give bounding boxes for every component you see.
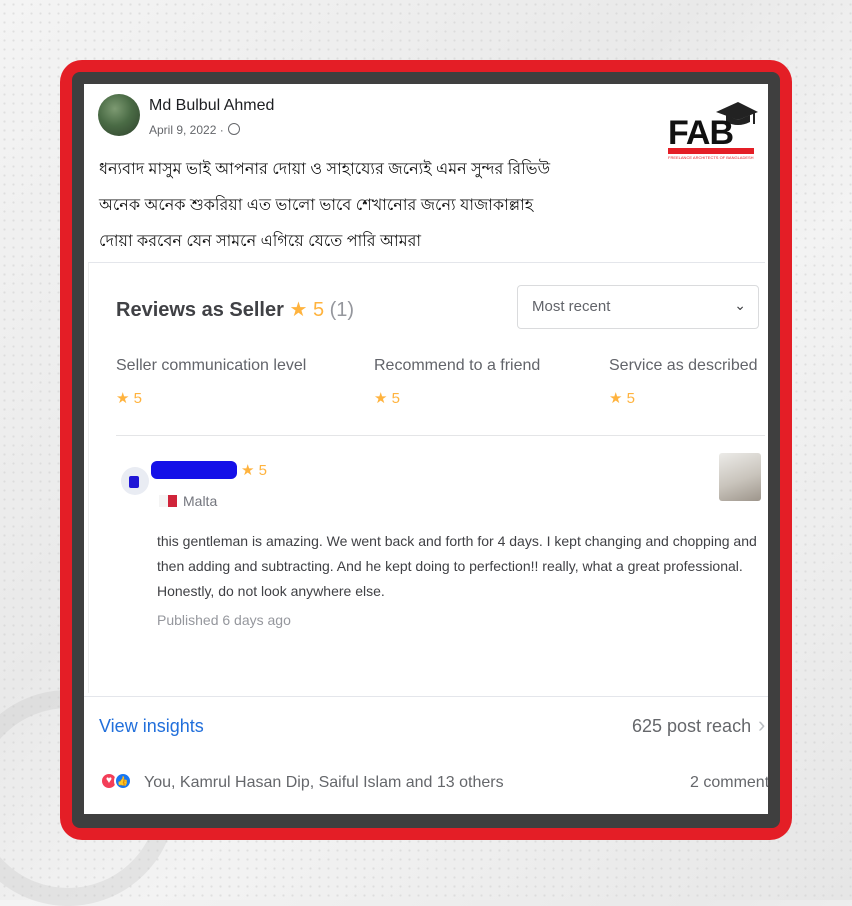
star-icon: ★ xyxy=(241,462,259,479)
chevron-right-icon[interactable]: › xyxy=(758,712,765,738)
author-name[interactable]: Md Bulbul Ahmed xyxy=(149,97,274,115)
reviews-title-text: Reviews as Seller xyxy=(116,299,284,321)
post-line: দোয়া করবেন যেন সামনে এগিয়ে যেতে পারি আ… xyxy=(99,233,422,250)
sort-dropdown[interactable]: Most recent ⌄ xyxy=(517,285,759,329)
comments-count[interactable]: 2 comments xyxy=(690,774,768,792)
reviewer-avatar xyxy=(121,467,149,495)
post-line: অনেক অনেক শুকরিয়া এত ভালো ভাবে শেখানোর … xyxy=(99,197,534,214)
view-insights-link[interactable]: View insights xyxy=(99,716,204,737)
star-icon: ★ xyxy=(374,390,392,407)
malta-flag-icon xyxy=(159,495,177,507)
sort-value: Most recent xyxy=(532,298,611,315)
reviews-rating: 5 xyxy=(312,299,325,321)
criterion-score-value: 5 xyxy=(391,390,400,407)
criterion-score: ★ 5 xyxy=(374,389,400,407)
star-icon: ★ xyxy=(609,390,627,407)
author-avatar[interactable] xyxy=(98,94,140,136)
like-reaction-icon: 👍 xyxy=(114,772,132,790)
star-icon: ★ xyxy=(116,390,134,407)
criterion-score: ★ 5 xyxy=(116,389,142,407)
review-published: Published 6 days ago xyxy=(157,612,291,628)
criterion-label: Service as described xyxy=(609,357,758,374)
post-reach[interactable]: 625 post reach xyxy=(632,716,751,737)
post-date-text: April 9, 2022 · xyxy=(149,123,224,137)
reviews-count: (1) xyxy=(329,299,355,321)
review-score-value: 5 xyxy=(258,462,267,479)
reviews-title: Reviews as Seller ★ 5 (1) xyxy=(116,297,354,322)
post-date[interactable]: April 9, 2022 · xyxy=(149,123,240,137)
reviewer-country: Malta xyxy=(183,493,218,509)
divider xyxy=(84,696,768,697)
review-score: ★ 5 xyxy=(241,461,267,479)
criterion-score-value: 5 xyxy=(133,390,142,407)
reactors-summary[interactable]: You, Kamrul Hasan Dip, Saiful Islam and … xyxy=(144,774,504,792)
globe-icon xyxy=(227,123,240,135)
criterion-score-value: 5 xyxy=(626,390,635,407)
star-icon: ★ xyxy=(289,299,308,321)
criterion-label: Recommend to a friend xyxy=(374,357,541,374)
criterion-label: Seller communication level xyxy=(116,357,307,374)
review-thumbnail[interactable] xyxy=(719,453,761,501)
review-text: this gentleman is amazing. We went back … xyxy=(157,533,757,599)
divider xyxy=(116,435,765,436)
post-text: ধন্যবাদ মাসুম ভাই আপনার দোয়া ও সাহায্যে… xyxy=(99,152,699,260)
facebook-post-card: Md Bulbul Ahmed April 9, 2022 · FAB FREE… xyxy=(84,84,768,814)
shared-review-screenshot[interactable]: Reviews as Seller ★ 5 (1) Most recent ⌄ … xyxy=(88,262,765,693)
chevron-down-icon: ⌄ xyxy=(734,297,746,313)
post-line: ধন্যবাদ মাসুম ভাই আপনার দোয়া ও সাহায্যে… xyxy=(99,161,551,178)
criterion-score: ★ 5 xyxy=(609,389,635,407)
reviewer-name-redacted xyxy=(151,461,237,479)
